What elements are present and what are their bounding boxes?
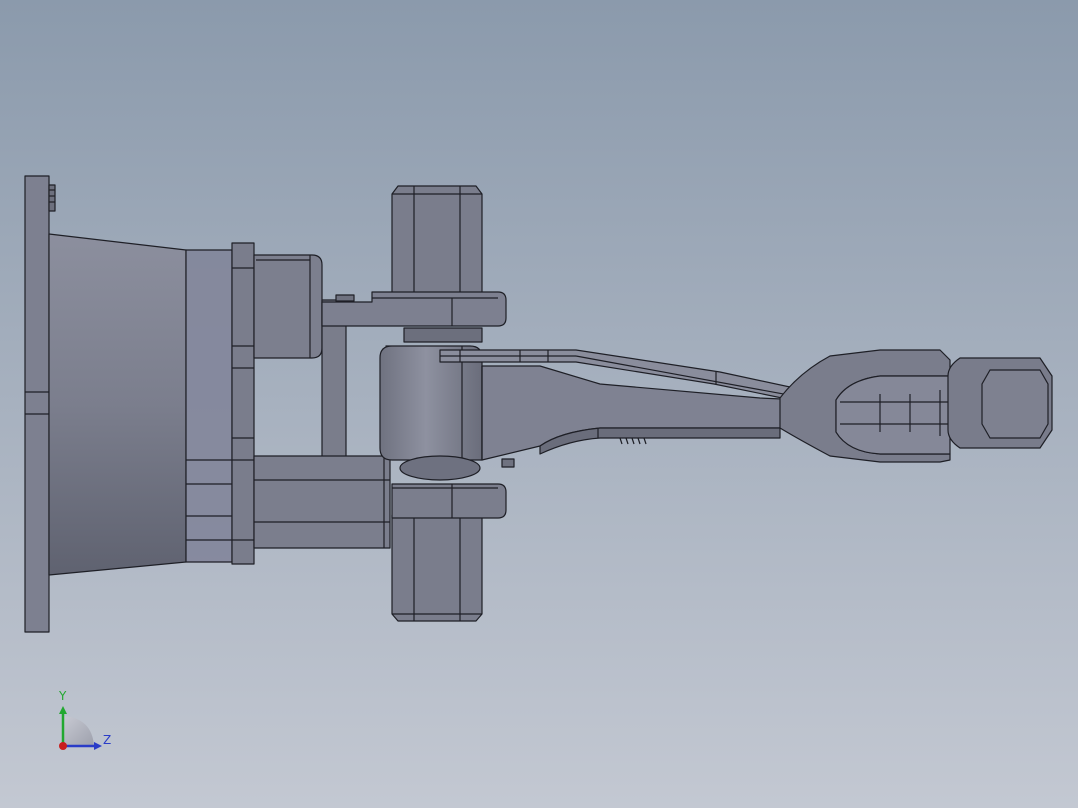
end-effector-flange[interactable] (947, 357, 1053, 449)
top-hex-motor[interactable] (391, 185, 483, 296)
cad-canvas[interactable]: Y Z (0, 0, 1078, 808)
x-axis-origin (59, 742, 67, 750)
upper-motor-block[interactable] (253, 254, 323, 359)
elbow-joint[interactable] (379, 345, 483, 481)
y-axis-label: Y (58, 689, 67, 703)
z-axis-label: Z (103, 733, 111, 747)
base-cone[interactable] (48, 233, 233, 576)
bottom-hex-motor[interactable] (391, 514, 483, 622)
lower-motor-block[interactable] (253, 455, 391, 549)
mount-ring[interactable] (231, 242, 255, 565)
graphics-viewport[interactable]: Y Z (0, 0, 1078, 808)
